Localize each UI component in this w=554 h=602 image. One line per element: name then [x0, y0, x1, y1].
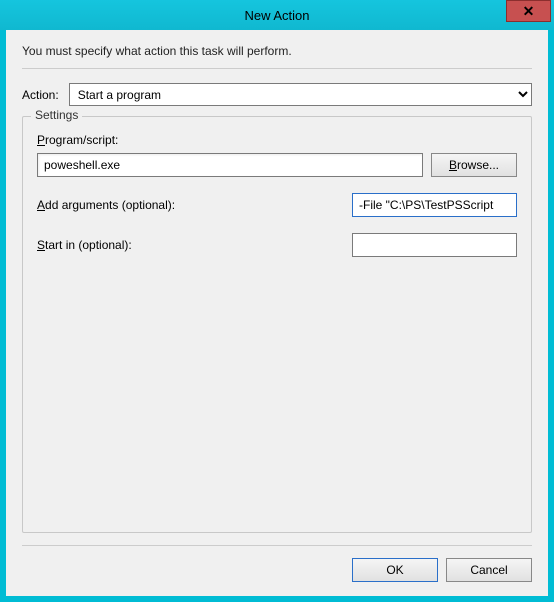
arguments-input[interactable]: [352, 193, 517, 217]
instruction-text: You must specify what action this task w…: [22, 44, 532, 58]
divider: [22, 68, 532, 69]
action-label: Action:: [22, 88, 59, 102]
ok-button[interactable]: OK: [352, 558, 438, 582]
startin-input[interactable]: [352, 233, 517, 257]
program-row: Browse...: [37, 153, 517, 177]
action-select[interactable]: Start a program: [69, 83, 532, 106]
program-label: Program/script:: [37, 133, 517, 147]
startin-label: Start in (optional):: [37, 238, 132, 252]
dialog-content: You must specify what action this task w…: [6, 30, 548, 596]
cancel-button[interactable]: Cancel: [446, 558, 532, 582]
settings-fieldset: Settings Program/script: Browse... Add a…: [22, 116, 532, 533]
browse-button[interactable]: Browse...: [431, 153, 517, 177]
arguments-row: Add arguments (optional):: [37, 193, 517, 217]
startin-row: Start in (optional):: [37, 233, 517, 257]
dialog-buttons: OK Cancel: [22, 545, 532, 582]
action-row: Action: Start a program: [22, 83, 532, 106]
new-action-dialog: New Action ✕ You must specify what actio…: [0, 0, 554, 602]
arguments-label: Add arguments (optional):: [37, 198, 175, 212]
close-button[interactable]: ✕: [506, 0, 551, 22]
window-title: New Action: [0, 8, 554, 23]
titlebar: New Action ✕: [0, 0, 554, 30]
close-icon: ✕: [523, 3, 535, 20]
settings-legend: Settings: [31, 108, 82, 122]
program-input[interactable]: [37, 153, 423, 177]
